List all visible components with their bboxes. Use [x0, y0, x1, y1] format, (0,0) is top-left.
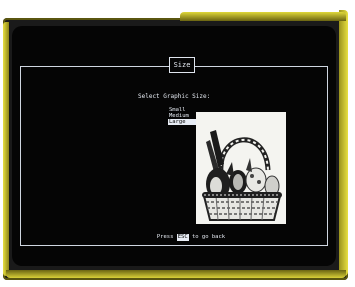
monitor-edge-top [180, 12, 346, 21]
dialog-title: Size [169, 57, 195, 73]
size-prompt: Select Graphic Size: [138, 93, 211, 100]
footer-suffix: to go back [192, 234, 226, 240]
monitor-edge-bottom [6, 270, 346, 278]
graphic-preview [196, 112, 286, 224]
basket-with-bunny-graphic-icon [202, 130, 282, 221]
footer-prefix: Press [156, 234, 174, 240]
monitor-edge-right [339, 10, 348, 276]
footer-hint: Press ESC to go back [136, 232, 246, 242]
crt-screen: Size Select Graphic Size: Small Medium L… [12, 26, 336, 266]
escape-key[interactable]: ESC [176, 234, 189, 241]
monitor-edge-left [3, 22, 9, 276]
